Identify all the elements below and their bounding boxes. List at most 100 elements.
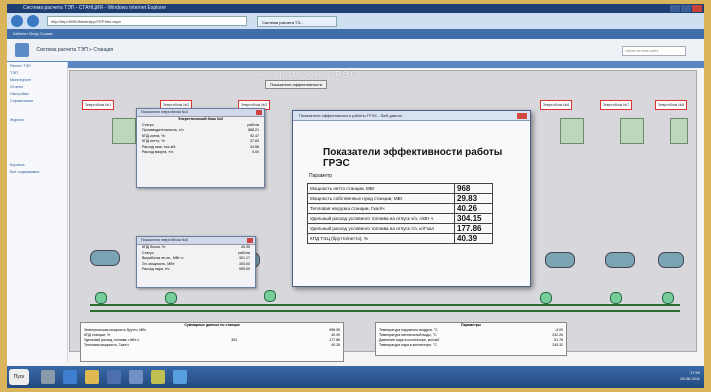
window-controls	[670, 5, 702, 12]
ie-icon[interactable]	[63, 370, 77, 384]
popup-row: Расход пара, т/ч: 905.00	[137, 267, 255, 273]
forward-icon[interactable]	[27, 15, 39, 27]
boiler-icon[interactable]	[620, 118, 644, 144]
turbine-icon[interactable]	[545, 252, 575, 268]
turbine-icon[interactable]	[658, 252, 684, 268]
window-titlebar: Система расчета ТЭП - СТАНЦИЯ - Windows …	[7, 4, 704, 13]
table-row: Мощность нетто станции, МВт 968	[307, 183, 493, 194]
param-value: 177.86	[454, 223, 493, 234]
param-column-label: Параметр	[309, 173, 333, 179]
param-label: Удельный расход условного топлива на отп…	[307, 223, 455, 234]
site-search-input[interactable]: Найти на этом сайте	[622, 46, 686, 56]
turbine-icon[interactable]	[605, 252, 635, 268]
param-value: 968	[454, 183, 493, 194]
param-label: Удельный расход условного топлива на отп…	[307, 213, 455, 224]
param-value: 40.39	[454, 233, 493, 244]
busbar-line	[90, 310, 680, 312]
table-row: Удельный расход условного топлива на отп…	[307, 213, 493, 224]
boiler-icon[interactable]	[560, 118, 584, 144]
breadcrumb-text[interactable]: Система расчета ТЭП » Станция	[36, 47, 113, 53]
ie-icon[interactable]	[173, 370, 187, 384]
back-icon[interactable]	[11, 15, 23, 27]
unit-info-popup: Показатели энергоблока №3 Энергетический…	[136, 108, 265, 188]
table-row: Температура пара в коллекторе, °C 245.32	[376, 343, 566, 348]
row-value: 304	[231, 338, 238, 342]
efficiency-dialog: Показатели эффективности работы ГРЭС - В…	[292, 110, 531, 287]
minimize-button[interactable]	[670, 5, 680, 12]
param-value: 40.26	[454, 203, 493, 214]
boiler-icon[interactable]	[670, 118, 688, 144]
row-label: Расход пара, т/ч:	[142, 267, 171, 271]
sidebar-item[interactable]: Справочники	[10, 99, 64, 104]
close-button[interactable]	[692, 5, 702, 12]
param-value: 29.83	[454, 193, 493, 204]
app-menu[interactable]: Кабинет Вход Сервис	[13, 31, 53, 36]
maximize-button[interactable]	[681, 5, 691, 12]
app-icon[interactable]	[151, 370, 165, 384]
popup-row: Расход мазута, т/ч: 0.00	[137, 150, 264, 156]
close-icon[interactable]	[247, 238, 253, 243]
dialog-header: Показатели эффективности работы ГРЭС - В…	[293, 111, 530, 121]
ribbon-bar	[7, 61, 704, 68]
turbine-icon[interactable]	[90, 250, 120, 266]
sidebar-item[interactable]: Все содержимое	[10, 170, 64, 175]
app-icon[interactable]	[129, 370, 143, 384]
url-input[interactable]: http://tepl:5050/ModeApp/TEPInfo.aspx	[47, 16, 247, 26]
generator-icon[interactable]	[610, 292, 622, 304]
system-tray: 17:50 09.06.2011	[680, 370, 700, 382]
explorer-icon[interactable]	[41, 370, 55, 384]
boiler-icon[interactable]	[112, 118, 136, 144]
popup-header: Показатели энергоблока №3	[137, 109, 264, 117]
browser-tab[interactable]: Система расчета ТЭ...	[257, 16, 337, 27]
table-row: КПД ТЭЦ (брутто/нетто), % 40.39	[307, 233, 493, 244]
efficiency-table: Мощность нетто станции, МВт 968 Мощность …	[307, 183, 493, 244]
efficiency-button[interactable]: Показатели эффективности	[265, 80, 327, 89]
table-row: Тепловая мощность, Гкал/ч 40.26	[81, 343, 343, 348]
sidebar-item[interactable]: Корзина	[10, 163, 64, 168]
row-value: 0.00	[252, 150, 259, 154]
param-label: Тепловая нагрузка станции, Гкал/ч	[307, 203, 455, 214]
row-label: Расход мазута, т/ч:	[142, 150, 174, 154]
unit-label[interactable]: Энергоблок №1	[82, 100, 114, 110]
row-label: Тепловая мощность, Гкал/ч	[84, 343, 129, 347]
window-title: Система расчета ТЭП - СТАНЦИЯ - Windows …	[23, 5, 167, 11]
sidebar-item[interactable]: Мониторинг	[10, 78, 64, 83]
close-icon[interactable]	[517, 113, 527, 119]
sidebar-item[interactable]: Отчеты	[10, 85, 64, 90]
parameters-table: Параметры Температура наружного воздуха,…	[375, 322, 567, 356]
sidebar-item[interactable]: Журнал	[10, 118, 64, 123]
generator-icon[interactable]	[95, 292, 107, 304]
sidebar: Расчет ТЭП ТЭП Мониторинг Отчеты Настрой…	[7, 62, 68, 362]
generator-icon[interactable]	[540, 292, 552, 304]
app-icon[interactable]	[107, 370, 121, 384]
popup-header: Показатели энергоблока №8	[137, 237, 255, 245]
busbar-line	[90, 304, 680, 306]
generator-icon[interactable]	[165, 292, 177, 304]
param-value: 304.15	[454, 213, 493, 224]
folder-icon[interactable]	[85, 370, 99, 384]
row-label: Температура пара в коллекторе, °C	[379, 343, 438, 347]
generator-icon[interactable]	[264, 290, 276, 302]
app-menu-bar: Кабинет Вход Сервис	[7, 29, 704, 39]
sidebar-item[interactable]: Настройки	[10, 92, 64, 97]
generator-info-popup: Показатели энергоблока №8 КПД блока, %: 4…	[136, 236, 256, 288]
taskbar: Пуск 17:50 09.06.2011	[7, 366, 704, 388]
mimic-title: Костромская ГРЭС	[255, 70, 359, 79]
unit-label[interactable]: Энергоблок №6	[540, 100, 572, 110]
clock-date: 09.06.2011	[680, 376, 700, 381]
dialog-title: Показатели эффективности работы ГРЭС	[323, 147, 503, 169]
address-bar-area: http://tepl:5050/ModeApp/TEPInfo.aspx Си…	[7, 13, 704, 29]
table-row: Удельный расход условного топлива на отп…	[307, 223, 493, 234]
start-button[interactable]: Пуск	[9, 369, 29, 385]
param-label: КПД ТЭЦ (брутто/нетто), %	[307, 233, 455, 244]
unit-label[interactable]: Энергоблок №7	[600, 100, 632, 110]
table-row: Тепловая нагрузка станции, Гкал/ч 40.26	[307, 203, 493, 214]
close-icon[interactable]	[256, 110, 262, 115]
generator-icon[interactable]	[662, 292, 674, 304]
row-value: 245.32	[552, 343, 563, 347]
sidebar-item[interactable]: ТЭП	[10, 71, 64, 76]
sidebar-item[interactable]: Расчет ТЭП	[10, 64, 64, 69]
site-logo-icon	[15, 43, 29, 57]
param-label: Мощность собственных нужд станции, МВт	[307, 193, 455, 204]
unit-label[interactable]: Энергоблок №8	[655, 100, 687, 110]
